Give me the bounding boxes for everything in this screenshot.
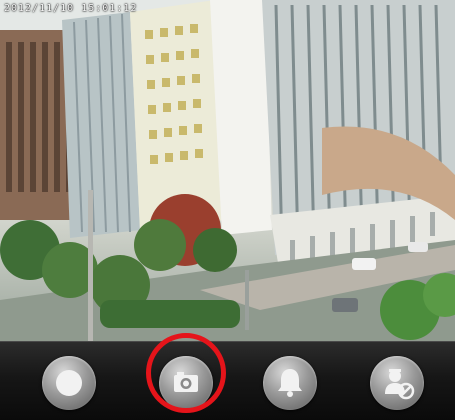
control-toolbar	[0, 341, 455, 420]
alarm-off-icon	[385, 369, 415, 400]
bell-icon	[278, 369, 302, 397]
record-button[interactable]	[42, 356, 96, 410]
bell-button[interactable]	[263, 356, 317, 410]
timestamp-overlay: 2012/11/10 15:01:12	[4, 3, 138, 14]
camera-feed[interactable]: 2012/11/10 15:01:12	[0, 0, 455, 341]
app-screen: 2012/11/10 15:01:12	[0, 0, 455, 420]
street-scene	[0, 0, 455, 341]
record-icon	[56, 370, 82, 396]
camera-button[interactable]	[159, 356, 213, 410]
camera-icon	[174, 372, 198, 392]
alarm-off-button[interactable]	[370, 356, 424, 410]
